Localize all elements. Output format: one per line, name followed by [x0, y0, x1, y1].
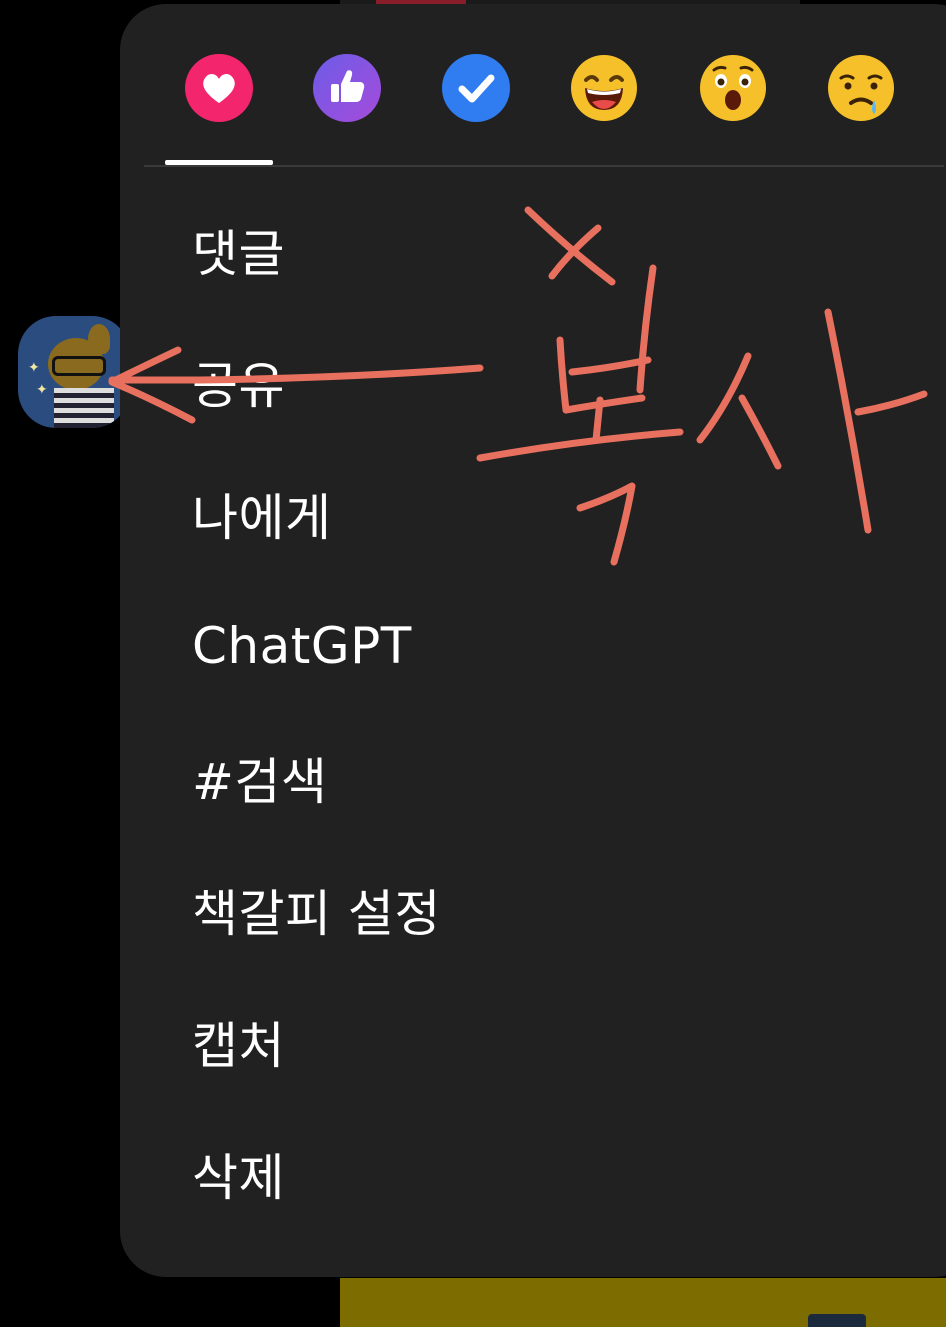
menu-item-reply[interactable]: 댓글: [120, 184, 946, 316]
message-context-menu: 댓글 공유 나에게 ChatGPT #검색 책갈피 설정 캡처 삭제: [120, 4, 946, 1277]
menu-item-capture[interactable]: 캡처: [120, 976, 946, 1108]
menu-item-bookmark[interactable]: 책갈피 설정: [120, 844, 946, 976]
avatar-glasses: [52, 356, 106, 376]
surprised-reaction-icon[interactable]: [699, 54, 767, 122]
sender-avatar[interactable]: ✦ ✦: [18, 316, 130, 428]
laughing-reaction-icon[interactable]: [570, 54, 638, 122]
background-thumbnail: [808, 1314, 866, 1327]
check-reaction-icon[interactable]: [442, 54, 510, 122]
thumbs-up-reaction-icon[interactable]: [313, 54, 381, 122]
menu-divider: [144, 165, 944, 167]
background-chat-bubble: [340, 1278, 946, 1327]
menu-item-to-me[interactable]: 나에게: [120, 448, 946, 580]
menu-item-delete[interactable]: 삭제: [120, 1108, 946, 1240]
menu-item-search[interactable]: #검색: [120, 712, 946, 844]
reaction-bar: [120, 4, 946, 170]
menu-item-share[interactable]: 공유: [120, 316, 946, 448]
avatar-shirt: [54, 388, 114, 428]
heart-reaction-icon[interactable]: [185, 54, 253, 122]
sparkle-icon: ✦: [28, 360, 40, 376]
menu-item-chatgpt[interactable]: ChatGPT: [120, 580, 946, 712]
sparkle-icon: ✦: [36, 382, 48, 398]
sad-reaction-icon[interactable]: [827, 54, 895, 122]
screen: ✦ ✦ 댓글 공유 나에게 ChatGPT #검색 책갈피 설정 캡처 삭제: [0, 0, 946, 1327]
